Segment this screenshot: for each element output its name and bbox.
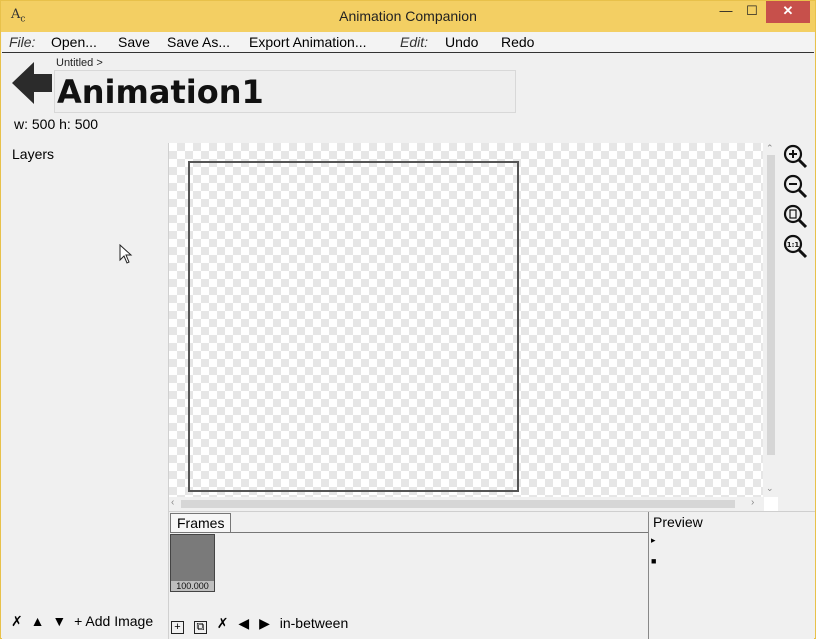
stop-icon[interactable]: ■ [651, 556, 656, 566]
horizontal-scrollbar[interactable]: ‹ › [169, 497, 763, 511]
delete-layer-button[interactable]: ✗ [11, 613, 23, 629]
menu-bar: File: Open... Save Save As... Export Ani… [2, 32, 814, 53]
scroll-left-icon[interactable]: ‹ [171, 497, 174, 508]
preview-title: Preview [653, 514, 703, 530]
scroll-up-icon[interactable]: ⌃ [766, 143, 774, 154]
artboard[interactable] [188, 161, 519, 492]
delete-frame-button[interactable]: ✗ [217, 615, 229, 631]
svg-text:1:1: 1:1 [787, 241, 800, 249]
move-layer-down-button[interactable]: ▼ [52, 613, 66, 629]
preview-panel: Preview ▸ ■ [648, 512, 814, 639]
previous-frame-button[interactable]: ◀ [238, 615, 249, 631]
animation-name-field[interactable]: Animation1 [54, 70, 516, 113]
tab-frames[interactable]: Frames [170, 513, 232, 533]
mouse-cursor-icon [119, 244, 133, 264]
zoom-toolbar: 1:1 [779, 143, 814, 511]
breadcrumb[interactable]: Untitled > [56, 57, 103, 69]
frame-duration[interactable]: 100.000 [171, 581, 214, 591]
move-layer-up-button[interactable]: ▲ [31, 613, 45, 629]
menu-save[interactable]: Save [118, 34, 150, 50]
app-window: Ac Animation Companion — ☐ ✕ File: Open.… [0, 0, 816, 639]
zoom-out-icon[interactable] [782, 173, 808, 199]
menu-section-edit: Edit: [400, 34, 429, 50]
close-button[interactable]: ✕ [766, 1, 810, 23]
add-frame-icon[interactable]: + [171, 621, 184, 634]
menu-redo[interactable]: Redo [501, 34, 534, 50]
layers-title: Layers [12, 146, 55, 162]
maximize-button[interactable]: ☐ [739, 1, 765, 23]
layers-panel: Layers ✗ ▲ ▼ + Add Image [2, 143, 169, 639]
menu-export-animation[interactable]: Export Animation... [249, 34, 367, 50]
frame-toolbar: + ⧉ ✗ ◀ ▶ in-between [171, 615, 354, 634]
next-frame-button[interactable]: ▶ [259, 615, 270, 631]
menu-undo[interactable]: Undo [445, 34, 478, 50]
scroll-right-icon[interactable]: › [751, 497, 754, 508]
vertical-scroll-thumb[interactable] [767, 155, 775, 455]
zoom-in-icon[interactable] [782, 143, 808, 169]
scroll-down-icon[interactable]: ⌄ [766, 483, 774, 494]
menu-open[interactable]: Open... [51, 34, 97, 50]
window-title: Animation Companion [339, 8, 477, 24]
title-bar[interactable]: Ac Animation Companion — ☐ ✕ [1, 1, 815, 32]
canvas-dimensions: w: 500 h: 500 [14, 116, 99, 132]
drawing-canvas[interactable] [169, 143, 763, 497]
zoom-actual-size-icon[interactable]: 1:1 [782, 233, 808, 259]
tab-underline [170, 532, 648, 533]
in-between-button[interactable]: in-between [280, 615, 349, 631]
vertical-scrollbar[interactable]: ⌃ ⌄ [764, 143, 778, 497]
frame-thumbnail[interactable]: 100.000 [170, 534, 215, 592]
frames-panel: Frames 100.000 + ⧉ ✗ ◀ ▶ in-between [169, 512, 648, 639]
horizontal-scroll-thumb[interactable] [181, 500, 735, 508]
minimize-button[interactable]: — [713, 1, 739, 23]
scroll-corner [764, 497, 778, 511]
back-arrow-icon[interactable] [12, 60, 54, 106]
duplicate-frame-icon[interactable]: ⧉ [193, 621, 207, 634]
add-image-button[interactable]: + Add Image [74, 613, 153, 629]
menu-save-as[interactable]: Save As... [167, 34, 230, 50]
layer-toolbar: ✗ ▲ ▼ + Add Image [11, 613, 157, 630]
animation-header: Untitled > Animation1 w: 500 h: 500 [2, 54, 814, 142]
play-icon[interactable]: ▸ [651, 535, 656, 546]
menu-section-file: File: [9, 34, 36, 50]
zoom-fit-icon[interactable] [782, 203, 808, 229]
